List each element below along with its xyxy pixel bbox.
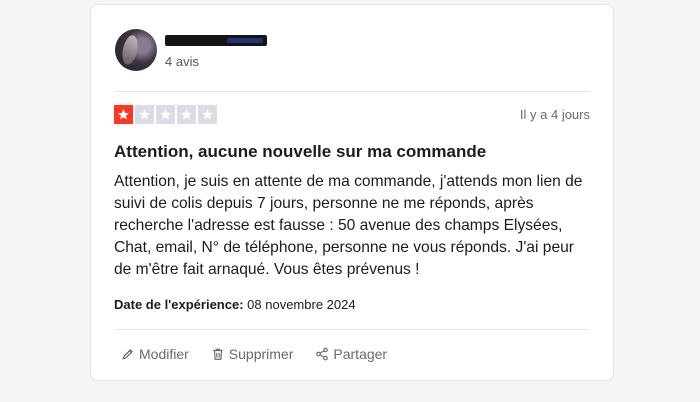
share-icon <box>316 347 329 361</box>
star-icon <box>156 105 175 124</box>
experience-date: Date de l'expérience: 08 novembre 2024 <box>114 297 356 312</box>
share-button[interactable]: Partager <box>315 346 387 362</box>
review-card: 4 avis Il y a 4 jours Attention, aucune … <box>90 4 614 381</box>
reviewer-review-count: 4 avis <box>165 54 199 69</box>
star-icon <box>177 105 196 124</box>
review-body: Attention, je suis en attente de ma comm… <box>114 173 583 278</box>
share-label: Partager <box>333 346 388 362</box>
pencil-icon <box>122 349 133 360</box>
reviewer-name-redacted[interactable] <box>165 35 267 46</box>
delete-button[interactable]: Supprimer <box>211 346 294 362</box>
experience-label: Date de l'expérience: <box>114 297 244 312</box>
edit-label: Modifier <box>139 346 189 362</box>
review-date: Il y a 4 jours <box>519 107 590 122</box>
experience-value: 08 novembre 2024 <box>247 297 356 312</box>
star-icon <box>198 105 217 124</box>
review-actions: Modifier Supprimer Partager <box>121 346 409 362</box>
delete-label: Supprimer <box>228 346 294 362</box>
edit-button[interactable]: Modifier <box>121 346 189 362</box>
divider <box>115 91 589 92</box>
divider <box>115 329 589 330</box>
review-title: Attention, aucune nouvelle sur ma comman… <box>114 142 487 161</box>
star-rating <box>114 105 217 124</box>
star-icon <box>135 105 154 124</box>
avatar[interactable] <box>115 29 157 71</box>
trash-icon <box>213 348 223 360</box>
star-icon <box>114 105 133 124</box>
